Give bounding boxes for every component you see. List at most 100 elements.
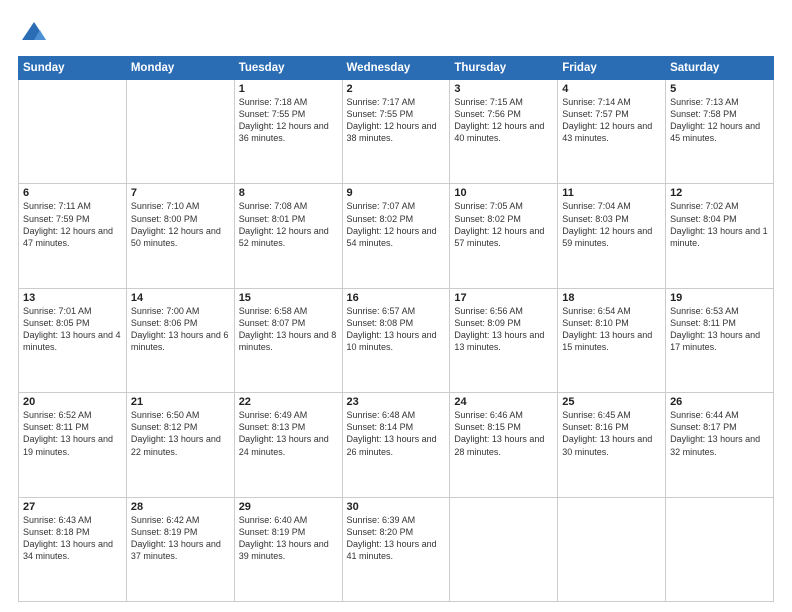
day-info: Sunrise: 6:45 AM Sunset: 8:16 PM Dayligh… <box>562 409 661 458</box>
calendar-cell <box>450 497 558 601</box>
calendar-cell: 1Sunrise: 7:18 AM Sunset: 7:55 PM Daylig… <box>234 80 342 184</box>
calendar-week-row: 20Sunrise: 6:52 AM Sunset: 8:11 PM Dayli… <box>19 393 774 497</box>
day-number: 3 <box>454 83 553 95</box>
day-info: Sunrise: 7:08 AM Sunset: 8:01 PM Dayligh… <box>239 200 338 249</box>
calendar-cell: 30Sunrise: 6:39 AM Sunset: 8:20 PM Dayli… <box>342 497 450 601</box>
calendar-cell: 15Sunrise: 6:58 AM Sunset: 8:07 PM Dayli… <box>234 288 342 392</box>
day-number: 29 <box>239 501 338 513</box>
day-info: Sunrise: 7:10 AM Sunset: 8:00 PM Dayligh… <box>131 200 230 249</box>
calendar-cell: 19Sunrise: 6:53 AM Sunset: 8:11 PM Dayli… <box>666 288 774 392</box>
day-info: Sunrise: 7:05 AM Sunset: 8:02 PM Dayligh… <box>454 200 553 249</box>
day-info: Sunrise: 7:01 AM Sunset: 8:05 PM Dayligh… <box>23 305 122 354</box>
day-number: 11 <box>562 187 661 199</box>
calendar-week-row: 6Sunrise: 7:11 AM Sunset: 7:59 PM Daylig… <box>19 184 774 288</box>
page: SundayMondayTuesdayWednesdayThursdayFrid… <box>0 0 792 612</box>
day-number: 6 <box>23 187 122 199</box>
day-number: 13 <box>23 292 122 304</box>
day-number: 23 <box>347 396 446 408</box>
day-info: Sunrise: 6:40 AM Sunset: 8:19 PM Dayligh… <box>239 514 338 563</box>
day-info: Sunrise: 6:54 AM Sunset: 8:10 PM Dayligh… <box>562 305 661 354</box>
day-number: 24 <box>454 396 553 408</box>
calendar-cell <box>126 80 234 184</box>
day-number: 1 <box>239 83 338 95</box>
day-number: 2 <box>347 83 446 95</box>
calendar-cell <box>558 497 666 601</box>
calendar-cell: 27Sunrise: 6:43 AM Sunset: 8:18 PM Dayli… <box>19 497 127 601</box>
day-number: 27 <box>23 501 122 513</box>
calendar-cell: 16Sunrise: 6:57 AM Sunset: 8:08 PM Dayli… <box>342 288 450 392</box>
day-number: 5 <box>670 83 769 95</box>
day-info: Sunrise: 6:56 AM Sunset: 8:09 PM Dayligh… <box>454 305 553 354</box>
calendar-header-row: SundayMondayTuesdayWednesdayThursdayFrid… <box>19 57 774 80</box>
day-info: Sunrise: 6:42 AM Sunset: 8:19 PM Dayligh… <box>131 514 230 563</box>
day-info: Sunrise: 7:11 AM Sunset: 7:59 PM Dayligh… <box>23 200 122 249</box>
day-of-week-header: Wednesday <box>342 57 450 80</box>
calendar-cell: 2Sunrise: 7:17 AM Sunset: 7:55 PM Daylig… <box>342 80 450 184</box>
day-info: Sunrise: 7:17 AM Sunset: 7:55 PM Dayligh… <box>347 96 446 145</box>
calendar-cell: 10Sunrise: 7:05 AM Sunset: 8:02 PM Dayli… <box>450 184 558 288</box>
calendar-cell: 14Sunrise: 7:00 AM Sunset: 8:06 PM Dayli… <box>126 288 234 392</box>
day-number: 12 <box>670 187 769 199</box>
day-number: 22 <box>239 396 338 408</box>
day-number: 21 <box>131 396 230 408</box>
day-info: Sunrise: 6:52 AM Sunset: 8:11 PM Dayligh… <box>23 409 122 458</box>
day-number: 25 <box>562 396 661 408</box>
day-info: Sunrise: 6:44 AM Sunset: 8:17 PM Dayligh… <box>670 409 769 458</box>
day-info: Sunrise: 7:07 AM Sunset: 8:02 PM Dayligh… <box>347 200 446 249</box>
day-info: Sunrise: 7:02 AM Sunset: 8:04 PM Dayligh… <box>670 200 769 249</box>
day-number: 17 <box>454 292 553 304</box>
day-number: 4 <box>562 83 661 95</box>
day-info: Sunrise: 6:53 AM Sunset: 8:11 PM Dayligh… <box>670 305 769 354</box>
day-info: Sunrise: 7:00 AM Sunset: 8:06 PM Dayligh… <box>131 305 230 354</box>
day-info: Sunrise: 6:57 AM Sunset: 8:08 PM Dayligh… <box>347 305 446 354</box>
day-number: 8 <box>239 187 338 199</box>
calendar-week-row: 1Sunrise: 7:18 AM Sunset: 7:55 PM Daylig… <box>19 80 774 184</box>
calendar-cell: 28Sunrise: 6:42 AM Sunset: 8:19 PM Dayli… <box>126 497 234 601</box>
day-number: 18 <box>562 292 661 304</box>
day-number: 28 <box>131 501 230 513</box>
calendar-cell: 6Sunrise: 7:11 AM Sunset: 7:59 PM Daylig… <box>19 184 127 288</box>
day-of-week-header: Sunday <box>19 57 127 80</box>
day-number: 14 <box>131 292 230 304</box>
day-info: Sunrise: 6:58 AM Sunset: 8:07 PM Dayligh… <box>239 305 338 354</box>
calendar-week-row: 13Sunrise: 7:01 AM Sunset: 8:05 PM Dayli… <box>19 288 774 392</box>
calendar-week-row: 27Sunrise: 6:43 AM Sunset: 8:18 PM Dayli… <box>19 497 774 601</box>
calendar-cell: 22Sunrise: 6:49 AM Sunset: 8:13 PM Dayli… <box>234 393 342 497</box>
calendar-cell: 24Sunrise: 6:46 AM Sunset: 8:15 PM Dayli… <box>450 393 558 497</box>
calendar-cell: 3Sunrise: 7:15 AM Sunset: 7:56 PM Daylig… <box>450 80 558 184</box>
day-info: Sunrise: 7:04 AM Sunset: 8:03 PM Dayligh… <box>562 200 661 249</box>
day-of-week-header: Saturday <box>666 57 774 80</box>
logo <box>18 18 52 46</box>
calendar-cell: 5Sunrise: 7:13 AM Sunset: 7:58 PM Daylig… <box>666 80 774 184</box>
calendar-cell: 29Sunrise: 6:40 AM Sunset: 8:19 PM Dayli… <box>234 497 342 601</box>
calendar-cell: 18Sunrise: 6:54 AM Sunset: 8:10 PM Dayli… <box>558 288 666 392</box>
calendar-cell <box>19 80 127 184</box>
logo-icon <box>20 18 48 46</box>
calendar-cell: 12Sunrise: 7:02 AM Sunset: 8:04 PM Dayli… <box>666 184 774 288</box>
day-number: 30 <box>347 501 446 513</box>
day-of-week-header: Friday <box>558 57 666 80</box>
calendar-cell: 7Sunrise: 7:10 AM Sunset: 8:00 PM Daylig… <box>126 184 234 288</box>
day-of-week-header: Tuesday <box>234 57 342 80</box>
calendar-cell: 20Sunrise: 6:52 AM Sunset: 8:11 PM Dayli… <box>19 393 127 497</box>
day-number: 9 <box>347 187 446 199</box>
calendar-cell: 11Sunrise: 7:04 AM Sunset: 8:03 PM Dayli… <box>558 184 666 288</box>
calendar-cell: 13Sunrise: 7:01 AM Sunset: 8:05 PM Dayli… <box>19 288 127 392</box>
day-info: Sunrise: 7:14 AM Sunset: 7:57 PM Dayligh… <box>562 96 661 145</box>
day-number: 20 <box>23 396 122 408</box>
day-number: 15 <box>239 292 338 304</box>
day-number: 26 <box>670 396 769 408</box>
calendar-cell: 17Sunrise: 6:56 AM Sunset: 8:09 PM Dayli… <box>450 288 558 392</box>
calendar-cell: 23Sunrise: 6:48 AM Sunset: 8:14 PM Dayli… <box>342 393 450 497</box>
calendar-cell: 4Sunrise: 7:14 AM Sunset: 7:57 PM Daylig… <box>558 80 666 184</box>
day-number: 10 <box>454 187 553 199</box>
header <box>18 18 774 46</box>
day-info: Sunrise: 6:46 AM Sunset: 8:15 PM Dayligh… <box>454 409 553 458</box>
day-of-week-header: Monday <box>126 57 234 80</box>
day-info: Sunrise: 7:13 AM Sunset: 7:58 PM Dayligh… <box>670 96 769 145</box>
calendar-cell: 25Sunrise: 6:45 AM Sunset: 8:16 PM Dayli… <box>558 393 666 497</box>
day-info: Sunrise: 7:15 AM Sunset: 7:56 PM Dayligh… <box>454 96 553 145</box>
day-info: Sunrise: 6:48 AM Sunset: 8:14 PM Dayligh… <box>347 409 446 458</box>
day-of-week-header: Thursday <box>450 57 558 80</box>
calendar-cell <box>666 497 774 601</box>
